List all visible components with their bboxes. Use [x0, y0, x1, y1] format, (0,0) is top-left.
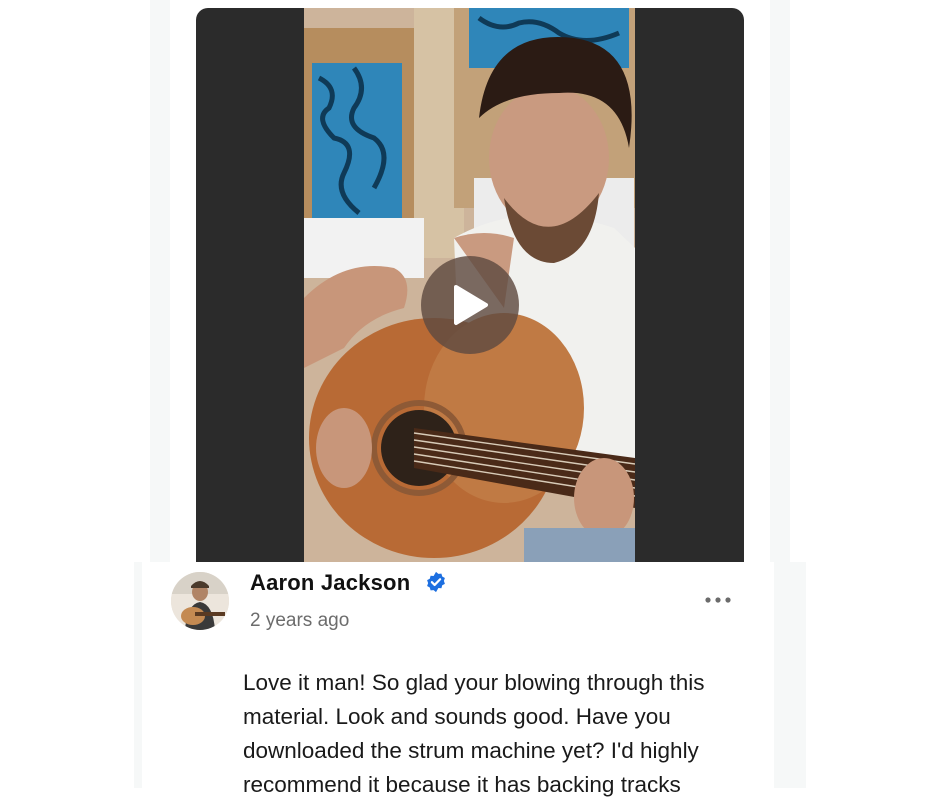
play-icon [454, 285, 488, 325]
comment-timestamp: 2 years ago [250, 610, 350, 631]
avatar-image [171, 572, 229, 630]
avatar[interactable] [171, 572, 229, 630]
video-player[interactable] [196, 8, 744, 562]
verified-badge-icon [427, 571, 445, 593]
comment-body: Love it man! So glad your blowing throug… [243, 670, 705, 797]
comment-author[interactable]: Aaron Jackson [250, 570, 410, 596]
more-horizontal-icon [705, 597, 731, 603]
play-button[interactable] [421, 256, 519, 354]
more-options-button[interactable] [700, 588, 736, 612]
